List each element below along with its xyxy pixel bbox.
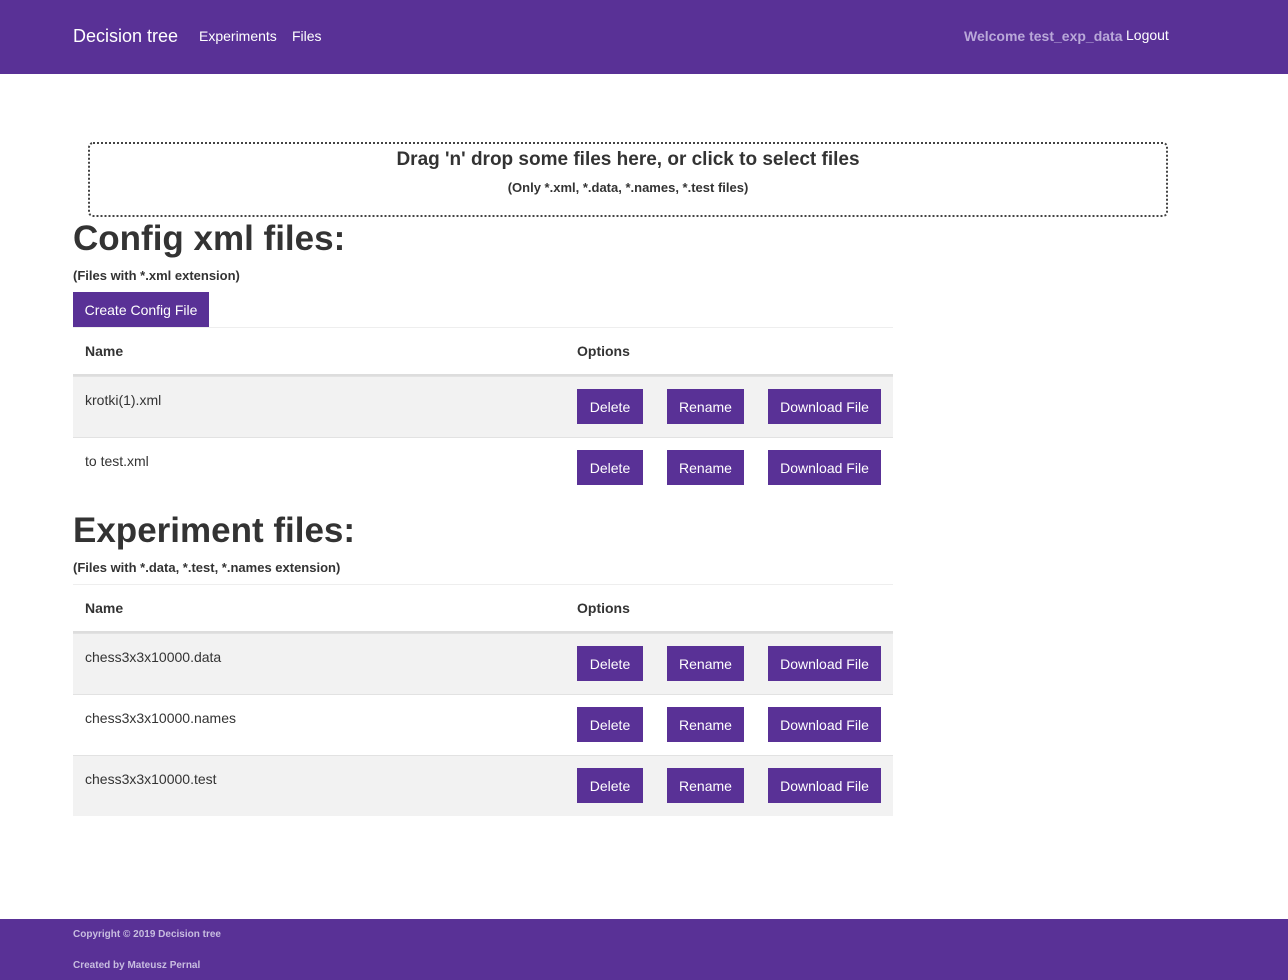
rename-button[interactable]: Rename	[667, 450, 744, 485]
delete-button[interactable]: Delete	[577, 646, 643, 681]
table-header: Name Options	[73, 584, 893, 633]
config-subheading: (Files with *.xml extension)	[73, 268, 240, 283]
table-header: Name Options	[73, 327, 893, 376]
dropzone-title: Drag 'n' drop some files here, or click …	[396, 149, 860, 170]
brand-link[interactable]: Decision tree	[73, 26, 178, 47]
config-heading: Config xml files:	[73, 219, 346, 258]
file-name: chess3x3x10000.test	[85, 771, 217, 787]
table-row: chess3x3x10000.test Delete Rename Downlo…	[73, 755, 893, 816]
delete-button[interactable]: Delete	[577, 450, 643, 485]
create-config-button[interactable]: Create Config File	[73, 292, 209, 327]
footer: Copyright © 2019 Decision tree Created b…	[0, 919, 1288, 980]
table-row: chess3x3x10000.data Delete Rename Downlo…	[73, 633, 893, 694]
rename-button[interactable]: Rename	[667, 707, 744, 742]
rename-button[interactable]: Rename	[667, 389, 744, 424]
table-row: krotki(1).xml Delete Rename Download Fil…	[73, 376, 893, 437]
navbar: Decision tree Experiments Files Welcome …	[0, 0, 1288, 74]
table-row: chess3x3x10000.names Delete Rename Downl…	[73, 694, 893, 755]
delete-button[interactable]: Delete	[577, 389, 643, 424]
nav-link-experiments[interactable]: Experiments	[199, 28, 277, 44]
download-file-button[interactable]: Download File	[768, 450, 881, 485]
download-file-button[interactable]: Download File	[768, 646, 881, 681]
experiment-heading: Experiment files:	[73, 511, 356, 550]
welcome-text: Welcome test_exp_data	[964, 28, 1123, 44]
file-name: chess3x3x10000.data	[85, 649, 222, 665]
table-row: to test.xml Delete Rename Download File	[73, 437, 893, 498]
nav-link-files[interactable]: Files	[292, 28, 322, 44]
rename-button[interactable]: Rename	[667, 646, 744, 681]
file-name: krotki(1).xml	[85, 392, 162, 408]
column-header-options: Options	[577, 600, 630, 616]
column-header-name: Name	[85, 600, 124, 616]
column-header-name: Name	[85, 343, 124, 359]
config-files-table: Name Options krotki(1).xml Delete Rename…	[73, 327, 893, 498]
experiment-files-table: Name Options chess3x3x10000.data Delete …	[73, 584, 893, 816]
download-file-button[interactable]: Download File	[768, 707, 881, 742]
file-name: to test.xml	[85, 453, 149, 469]
column-header-options: Options	[577, 343, 630, 359]
footer-credits: Created by Mateusz Pernal	[73, 960, 201, 971]
download-file-button[interactable]: Download File	[768, 768, 881, 803]
file-dropzone[interactable]: Drag 'n' drop some files here, or click …	[88, 142, 1168, 217]
delete-button[interactable]: Delete	[577, 707, 643, 742]
file-name: chess3x3x10000.names	[85, 710, 236, 726]
rename-button[interactable]: Rename	[667, 768, 744, 803]
delete-button[interactable]: Delete	[577, 768, 643, 803]
download-file-button[interactable]: Download File	[768, 389, 881, 424]
logout-link[interactable]: Logout	[1126, 27, 1169, 43]
footer-copyright: Copyright © 2019 Decision tree	[73, 929, 221, 940]
dropzone-subtitle: (Only *.xml, *.data, *.names, *.test fil…	[507, 180, 749, 195]
experiment-subheading: (Files with *.data, *.test, *.names exte…	[73, 560, 341, 575]
